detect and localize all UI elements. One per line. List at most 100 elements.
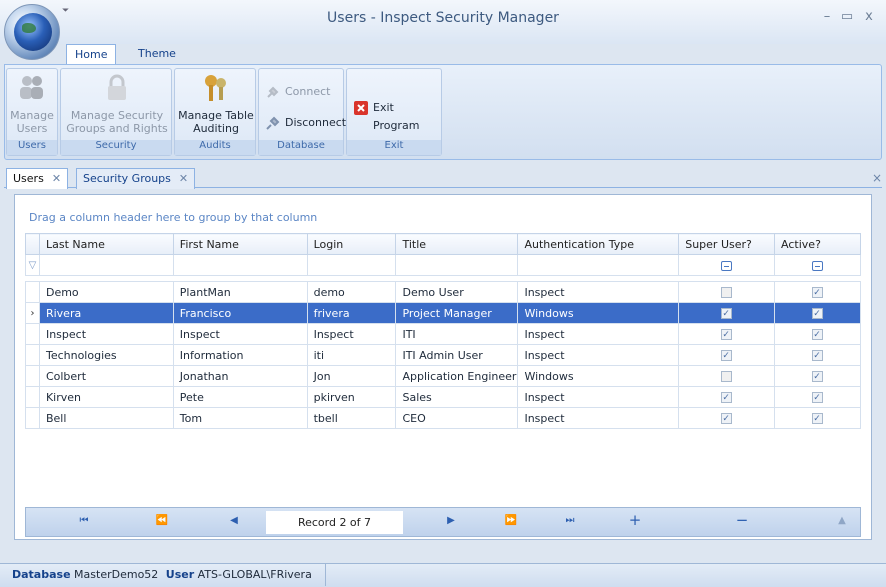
cell-last[interactable]: Colbert — [38, 365, 174, 387]
filter-cell[interactable] — [517, 254, 680, 276]
cell-first[interactable]: Information — [172, 344, 308, 366]
super-checkbox[interactable]: ✓ — [720, 350, 732, 361]
tab-theme[interactable]: Theme — [130, 44, 184, 65]
super-checkbox[interactable]: ✓ — [720, 413, 732, 424]
cell-title[interactable]: ITI Admin User — [395, 344, 519, 366]
cell-login[interactable]: iti — [306, 344, 397, 366]
cell-auth[interactable]: Inspect — [517, 323, 680, 345]
column-header[interactable]: Authentication Type — [517, 233, 680, 255]
tab-home[interactable]: Home — [66, 44, 117, 65]
close-tab-icon[interactable]: ✕ — [52, 172, 61, 185]
tab-security-groups[interactable]: Security Groups ✕ — [76, 168, 196, 189]
disconnect-button[interactable]: Disconnect — [263, 114, 346, 132]
previous-page-icon[interactable]: ⏪ — [152, 515, 172, 526]
cell-last[interactable]: Kirven — [38, 386, 174, 408]
filter-cell[interactable] — [774, 254, 861, 276]
super-checkbox[interactable]: ✓ — [720, 329, 732, 340]
move-up-icon[interactable]: ▲ — [832, 515, 852, 526]
cell-login[interactable]: pkirven — [306, 386, 397, 408]
add-record-icon[interactable]: + — [625, 511, 645, 529]
column-header[interactable]: Title — [395, 233, 519, 255]
active-checkbox[interactable]: ✓ — [811, 287, 823, 298]
cell-auth[interactable]: Windows — [517, 365, 680, 387]
active-checkbox[interactable]: ✓ — [811, 371, 823, 382]
tab-users[interactable]: Users ✕ — [6, 168, 69, 189]
filter-cell[interactable] — [395, 254, 519, 276]
cell-title[interactable]: ITI — [395, 323, 519, 345]
active-checkbox[interactable]: ✓ — [811, 329, 823, 340]
super-checkbox[interactable] — [720, 371, 732, 382]
cell-auth[interactable]: Windows — [517, 302, 680, 324]
filter-cell[interactable] — [306, 254, 397, 276]
filter-cell[interactable] — [678, 254, 776, 276]
cell-title[interactable]: CEO — [395, 407, 519, 429]
row-indicator[interactable]: › — [25, 302, 40, 324]
cell-last[interactable]: Inspect — [38, 323, 174, 345]
cell-login[interactable]: demo — [306, 281, 397, 303]
exit-program-button[interactable]: Exit Program — [351, 99, 441, 132]
column-header[interactable]: Last Name — [38, 233, 174, 255]
active-checkbox[interactable]: ✓ — [811, 413, 823, 424]
cell-login[interactable]: Inspect — [306, 323, 397, 345]
cell-login[interactable]: tbell — [306, 407, 397, 429]
first-record-icon[interactable]: ⏮ — [74, 515, 94, 526]
filter-checkbox[interactable] — [811, 260, 823, 271]
row-indicator[interactable] — [25, 323, 40, 345]
cell-title[interactable]: Sales — [395, 386, 519, 408]
manage-table-auditing-button[interactable]: Manage Table Auditing — [177, 71, 255, 135]
cell-last[interactable]: Technologies — [38, 344, 174, 366]
cell-login[interactable]: Jon — [306, 365, 397, 387]
table-row[interactable]: › Rivera Francisco frivera Project Manager Wi… — [25, 302, 861, 324]
filter-cell[interactable] — [172, 254, 308, 276]
cell-title[interactable]: Project Manager — [395, 302, 519, 324]
table-row[interactable]: Colbert Jonathan Jon Application Engineer Wi… — [25, 365, 861, 387]
active-checkbox[interactable]: ✓ — [811, 350, 823, 361]
row-indicator[interactable] — [25, 386, 40, 408]
application-menu-button[interactable] — [4, 4, 60, 60]
table-row[interactable]: Bell Tom tbell CEO Inspect ✓ ✓ — [25, 407, 861, 429]
table-row[interactable]: Inspect Inspect Inspect ITI Inspect ✓ ✓ — [25, 323, 861, 345]
close-tab-icon[interactable]: ✕ — [179, 172, 188, 185]
next-page-icon[interactable]: ⏩ — [501, 515, 521, 526]
row-indicator[interactable] — [25, 407, 40, 429]
row-indicator[interactable] — [25, 365, 40, 387]
next-record-icon[interactable]: ▶ — [441, 515, 461, 526]
table-row[interactable]: Technologies Information iti ITI Admin User… — [25, 344, 861, 366]
super-checkbox[interactable]: ✓ — [720, 308, 732, 319]
cell-last[interactable]: Bell — [38, 407, 174, 429]
previous-record-icon[interactable]: ◀ — [224, 515, 244, 526]
delete-record-icon[interactable]: − — [732, 511, 752, 529]
table-row[interactable]: Demo PlantMan demo Demo User Inspect ✓ — [25, 281, 861, 303]
manage-security-button[interactable]: Manage Security Groups and Rights — [65, 71, 169, 135]
cell-title[interactable]: Demo User — [395, 281, 519, 303]
cell-first[interactable]: Inspect — [172, 323, 308, 345]
last-record-icon[interactable]: ⏭ — [560, 515, 580, 526]
row-indicator[interactable] — [25, 281, 40, 303]
cell-title[interactable]: Application Engineer — [395, 365, 519, 387]
table-row[interactable]: Kirven Pete pkirven Sales Inspect ✓ ✓ — [25, 386, 861, 408]
close-icon[interactable]: x — [860, 9, 878, 24]
cell-first[interactable]: Francisco — [172, 302, 308, 324]
cell-last[interactable]: Rivera — [38, 302, 174, 324]
manage-users-button[interactable]: Manage Users — [8, 71, 56, 135]
cell-auth[interactable]: Inspect — [517, 344, 680, 366]
cell-auth[interactable]: Inspect — [517, 281, 680, 303]
column-header[interactable]: First Name — [172, 233, 308, 255]
column-header[interactable]: Super User? — [678, 233, 776, 255]
close-panel-icon[interactable]: × — [872, 171, 882, 185]
connect-button[interactable]: Connect — [263, 83, 330, 101]
super-checkbox[interactable]: ✓ — [720, 392, 732, 403]
cell-first[interactable]: Jonathan — [172, 365, 308, 387]
filter-cell[interactable] — [38, 254, 174, 276]
cell-login[interactable]: frivera — [306, 302, 397, 324]
column-header[interactable]: Active? — [774, 233, 861, 255]
cell-first[interactable]: Tom — [172, 407, 308, 429]
maximize-icon[interactable]: ▭ — [838, 9, 856, 24]
cell-first[interactable]: PlantMan — [172, 281, 308, 303]
cell-last[interactable]: Demo — [38, 281, 174, 303]
minimize-icon[interactable]: – — [818, 9, 836, 24]
cell-first[interactable]: Pete — [172, 386, 308, 408]
super-checkbox[interactable] — [720, 287, 732, 298]
column-header[interactable]: Login — [306, 233, 397, 255]
filter-checkbox[interactable] — [720, 260, 732, 271]
